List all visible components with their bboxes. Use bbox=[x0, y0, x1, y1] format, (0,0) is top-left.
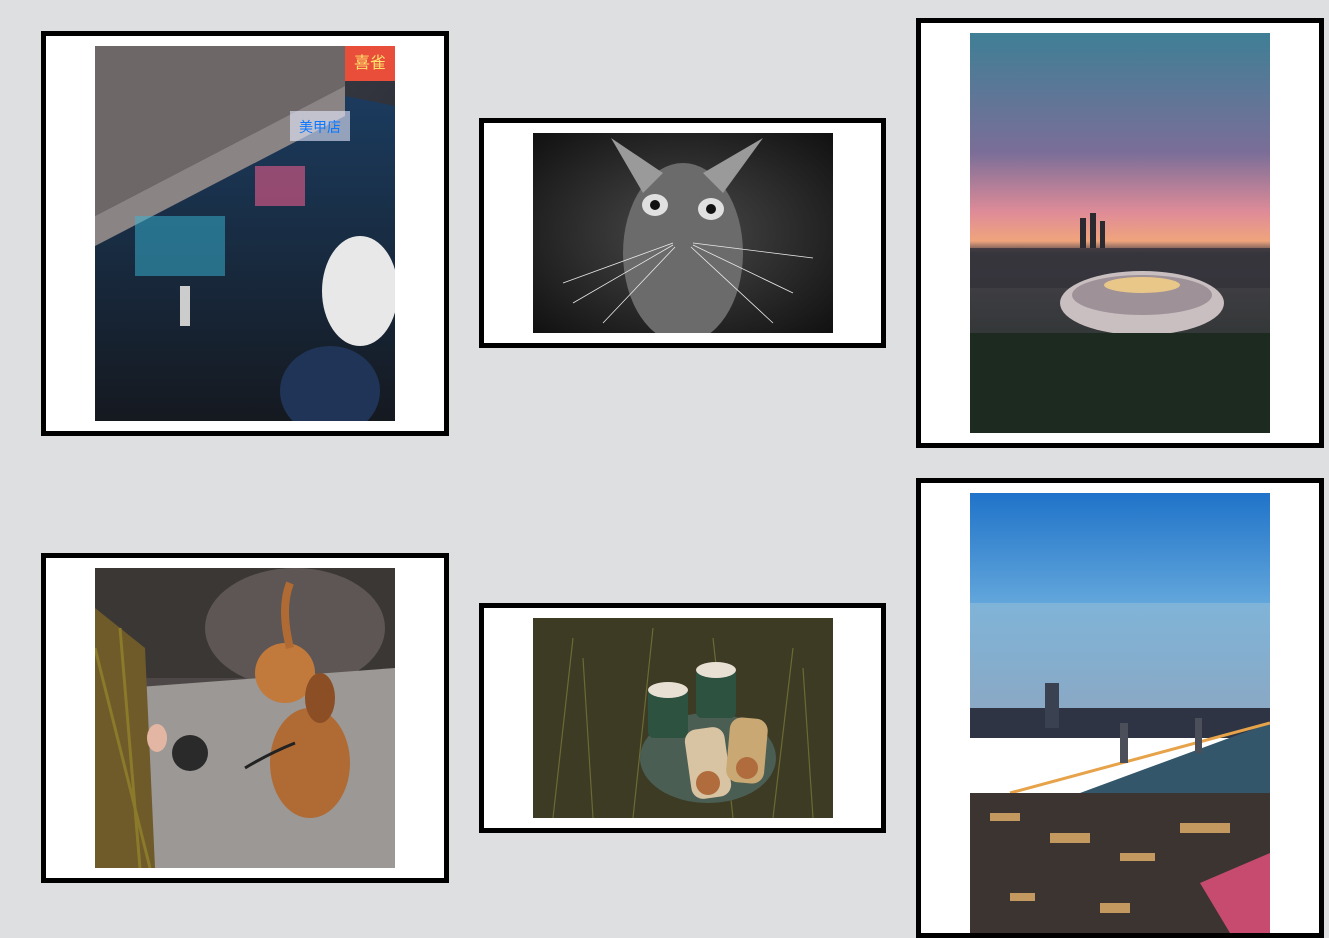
photo-frame-neon-street[interactable]: 喜雀 美甲店 bbox=[41, 31, 449, 436]
photo-frame-dachshund[interactable] bbox=[41, 553, 449, 883]
photo-frame-stadium[interactable] bbox=[916, 18, 1324, 448]
photo-frame-bridge-city[interactable] bbox=[916, 478, 1324, 938]
bridge-city-dusk-aerial-photo[interactable] bbox=[970, 493, 1270, 933]
photo-frame-picnic[interactable] bbox=[479, 603, 886, 833]
neon-street-night-photo[interactable]: 喜雀 美甲店 bbox=[95, 46, 395, 421]
coffee-picnic-on-grass-photo[interactable] bbox=[533, 618, 833, 818]
photo-frame-cat[interactable] bbox=[479, 118, 886, 348]
sign-top: 喜雀 bbox=[354, 53, 386, 72]
black-white-cat-photo[interactable] bbox=[533, 133, 833, 333]
dachshund-on-leash-photo[interactable] bbox=[95, 568, 395, 868]
stadium-sunset-cityscape-photo[interactable] bbox=[970, 33, 1270, 433]
sign-middle: 美甲店 bbox=[299, 120, 341, 136]
